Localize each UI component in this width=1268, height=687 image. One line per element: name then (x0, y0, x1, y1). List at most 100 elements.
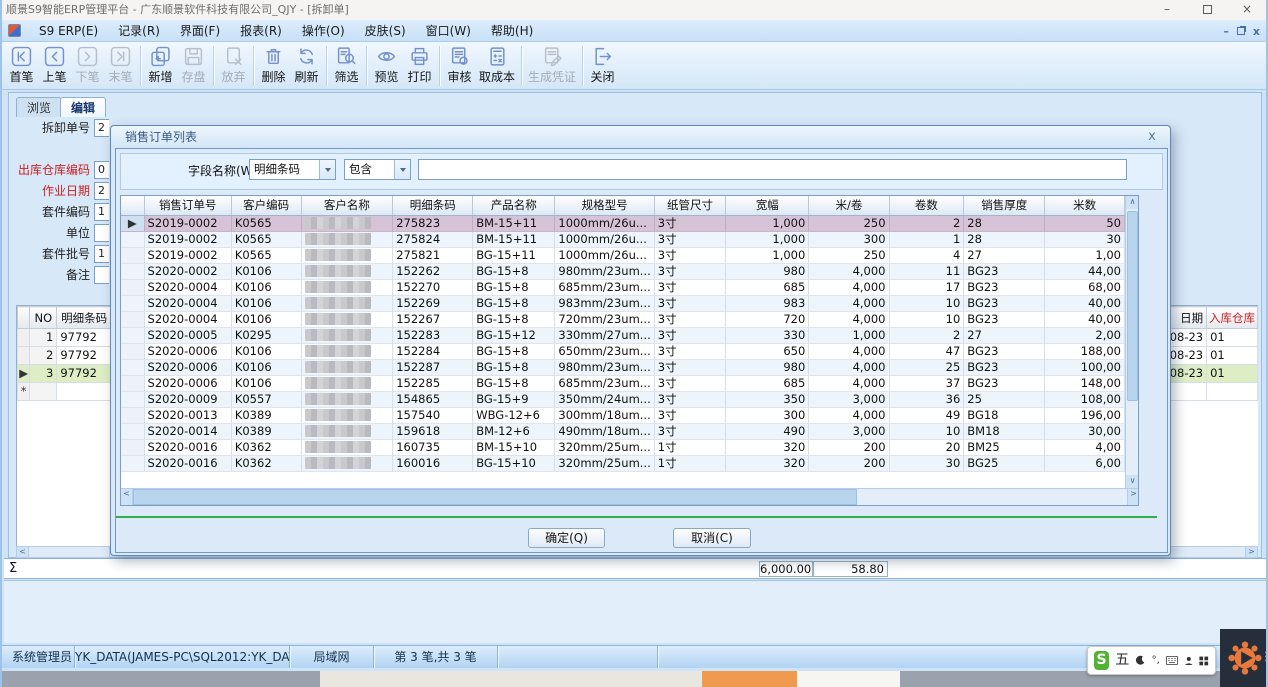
new-row[interactable]: * (18, 383, 112, 401)
column-header[interactable]: 明细条码 (393, 196, 473, 215)
order-cell[interactable] (301, 423, 393, 439)
order-cell[interactable]: BG-15+11 (473, 247, 555, 263)
order-cell[interactable]: S2020-0005 (144, 327, 231, 343)
order-cell[interactable]: BM-15+11 (473, 231, 555, 247)
row-selector[interactable] (121, 359, 144, 375)
order-cell[interactable]: 152270 (393, 279, 473, 295)
order-cell[interactable]: 4,000 (809, 343, 889, 359)
order-row[interactable]: ▶S2019-0002K0565275823BM-15+111000mm/26u… (121, 215, 1125, 231)
order-cell[interactable]: 1,000 (809, 327, 889, 343)
order-cell[interactable] (301, 455, 393, 471)
order-cell[interactable]: BG-15+9 (473, 391, 555, 407)
order-cell[interactable]: 320 (726, 439, 809, 455)
order-cell[interactable]: 1000mm/26u... (555, 231, 654, 247)
form-field-1[interactable]: 2 (94, 119, 109, 137)
maximize-icon[interactable] (1192, 0, 1222, 20)
order-cell[interactable]: BG18 (964, 407, 1045, 423)
order-cell[interactable]: 1,000 (726, 247, 809, 263)
order-cell[interactable]: K0557 (231, 391, 301, 407)
order-cell[interactable]: 720 (726, 311, 809, 327)
order-cell[interactable]: S2020-0016 (144, 455, 231, 471)
tab-edit[interactable]: 编辑 (60, 97, 106, 117)
form-field-5[interactable] (94, 224, 109, 242)
scroll-up-icon[interactable]: ∧ (1126, 196, 1139, 209)
mdi-close-icon[interactable]: x (1253, 25, 1260, 38)
order-cell[interactable]: S2020-0013 (144, 407, 231, 423)
column-header[interactable]: 宽幅 (726, 196, 809, 215)
order-cell[interactable]: BG23 (964, 343, 1045, 359)
order-cell[interactable]: 650 (726, 343, 809, 359)
order-cell[interactable]: S2020-0006 (144, 359, 231, 375)
order-cell[interactable]: 720mm/23um... (555, 311, 654, 327)
row-selector[interactable] (121, 343, 144, 359)
order-cell[interactable]: 3寸 (654, 407, 726, 423)
order-cell[interactable]: 1000mm/26u... (555, 247, 654, 263)
order-cell[interactable]: 320 (726, 455, 809, 471)
order-cell[interactable]: 30 (889, 455, 964, 471)
detail-barcode-cell[interactable]: 97792 (57, 365, 112, 383)
order-cell[interactable]: K0565 (231, 215, 301, 231)
vscroll-thumb[interactable] (1127, 211, 1138, 401)
order-cell[interactable]: 152284 (393, 343, 473, 359)
order-cell[interactable]: BM-15+10 (473, 439, 555, 455)
toolbar-button-audit[interactable]: 审核 (443, 44, 476, 88)
column-header[interactable]: 规格型号 (555, 196, 654, 215)
order-cell[interactable]: K0565 (231, 231, 301, 247)
order-cell[interactable]: 4,000 (809, 295, 889, 311)
row-selector[interactable] (18, 329, 30, 347)
order-cell[interactable]: 6,00 (1045, 455, 1125, 471)
table-row[interactable]: ▶397792 (18, 365, 112, 383)
order-cell[interactable]: S2020-0004 (144, 279, 231, 295)
order-cell[interactable]: 1寸 (654, 455, 726, 471)
column-header[interactable]: 米/卷 (809, 196, 889, 215)
order-cell[interactable]: 200 (809, 439, 889, 455)
order-cell[interactable]: 27 (964, 327, 1045, 343)
operator-select[interactable]: 包含 (344, 159, 411, 180)
row-selector[interactable] (121, 231, 144, 247)
order-cell[interactable]: 490mm/18um... (555, 423, 654, 439)
order-cell[interactable]: BG-15+8 (473, 311, 555, 327)
order-cell[interactable]: 4,000 (809, 279, 889, 295)
form-field-7[interactable] (94, 266, 109, 284)
order-cell[interactable]: K0362 (231, 455, 301, 471)
ime-punctuation[interactable]: °, (1152, 654, 1160, 667)
scroll-down-icon[interactable]: ∨ (1126, 475, 1139, 488)
taskbar-active-app[interactable] (702, 671, 797, 687)
mdi-restore-icon[interactable] (1237, 27, 1245, 35)
order-cell[interactable]: K0106 (231, 279, 301, 295)
row-selector[interactable] (121, 375, 144, 391)
order-cell[interactable] (301, 407, 393, 423)
warehouse-cell[interactable]: 01 (1207, 365, 1258, 383)
order-cell[interactable]: 980 (726, 263, 809, 279)
warehouse-cell[interactable]: 01 (1207, 347, 1258, 365)
form-field-3[interactable]: 2 (94, 182, 109, 200)
order-cell[interactable]: 3寸 (654, 215, 726, 231)
menu-item[interactable]: 界面(F) (170, 20, 230, 42)
row-selector[interactable] (121, 423, 144, 439)
row-selector[interactable] (18, 347, 30, 365)
order-cell[interactable]: 50 (1045, 215, 1125, 231)
order-cell[interactable]: 1000mm/26u... (555, 215, 654, 231)
order-cell[interactable]: 685mm/23um... (555, 375, 654, 391)
order-cell[interactable]: 250 (809, 247, 889, 263)
toolbox-icon[interactable] (1199, 655, 1209, 667)
order-cell[interactable]: 28 (964, 231, 1045, 247)
table-row[interactable]: 297792 (18, 347, 112, 365)
order-cell[interactable]: BM25 (964, 439, 1045, 455)
order-cell[interactable]: 3寸 (654, 295, 726, 311)
row-number-cell[interactable]: 1 (30, 329, 57, 347)
order-row[interactable]: S2019-0002K0565275821BG-15+111000mm/26u.… (121, 247, 1125, 263)
order-cell[interactable]: BG23 (964, 295, 1045, 311)
order-cell[interactable]: 3寸 (654, 423, 726, 439)
order-cell[interactable]: 30 (1045, 231, 1125, 247)
order-cell[interactable] (301, 391, 393, 407)
order-cell[interactable]: BG-15+8 (473, 375, 555, 391)
ime-mode-wubi[interactable]: 五 (1115, 654, 1129, 667)
column-header[interactable]: 客户编码 (231, 196, 301, 215)
menu-item[interactable]: 记录(R) (108, 20, 170, 42)
order-cell[interactable]: 152262 (393, 263, 473, 279)
order-cell[interactable]: 68,00 (1045, 279, 1125, 295)
order-cell[interactable]: 3寸 (654, 311, 726, 327)
minimize-icon[interactable]: – (1152, 0, 1182, 20)
order-cell[interactable]: S2020-0002 (144, 263, 231, 279)
